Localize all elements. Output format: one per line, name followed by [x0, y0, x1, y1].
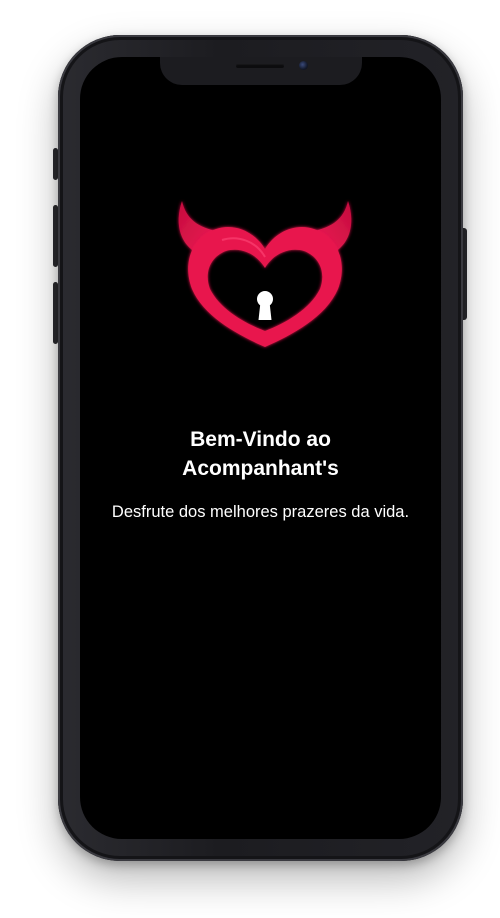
notch	[160, 57, 362, 85]
speaker-grille	[236, 64, 284, 68]
devil-heart-keyhole-icon	[178, 201, 352, 347]
device-mockup: Bem-Vindo ao Acompanhant's Desfrute dos …	[0, 0, 500, 918]
front-camera-icon	[299, 61, 308, 70]
welcome-subtitle: Desfrute dos melhores prazeres da vida.	[111, 503, 410, 521]
welcome-title-line2: Acompanhant's	[182, 457, 339, 480]
welcome-screen: Bem-Vindo ao Acompanhant's Desfrute dos …	[80, 57, 441, 839]
welcome-title-line1: Bem-Vindo ao	[190, 428, 331, 451]
